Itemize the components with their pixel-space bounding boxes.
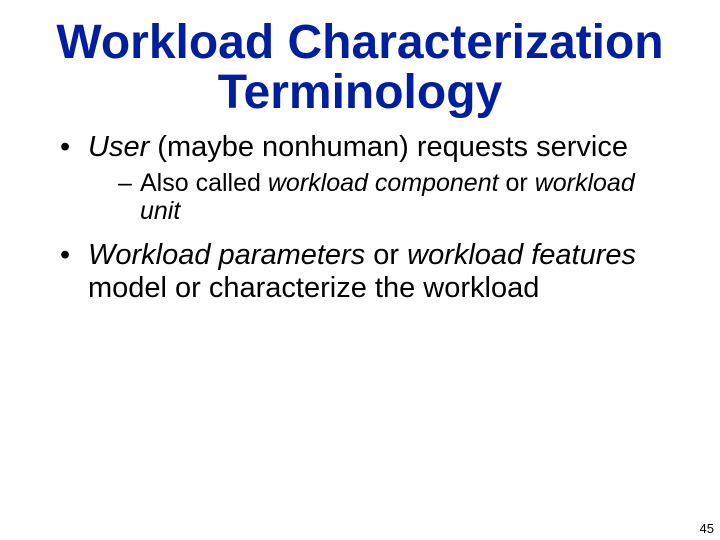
bullet-text: (maybe nonhuman) requests service [149, 131, 628, 163]
title-line-2: Terminology [218, 66, 502, 119]
bullet-item: Workload parameters or workload features… [60, 239, 660, 304]
bullet-text: or [365, 239, 407, 271]
bullet-list: User (maybe nonhuman) requests service A… [60, 131, 660, 304]
bullet-text: model or characterize the workload [88, 272, 539, 304]
bullet-text-italic: workload features [407, 239, 636, 271]
sub-bullet-text: or [499, 169, 535, 197]
title-line-1: Workload Characterization [56, 16, 663, 69]
page-number: 45 [700, 521, 714, 536]
slide-body: User (maybe nonhuman) requests service A… [0, 119, 720, 304]
sub-bullet-text: Also called [140, 169, 268, 197]
bullet-text-italic: User [88, 131, 149, 163]
slide-title: Workload Characterization Terminology [0, 0, 720, 119]
sub-bullet-item: Also called workload component or worklo… [118, 169, 660, 225]
bullet-text-italic: Workload parameters [88, 239, 365, 271]
sub-bullet-list: Also called workload component or worklo… [88, 169, 660, 225]
bullet-item: User (maybe nonhuman) requests service A… [60, 131, 660, 225]
slide: Workload Characterization Terminology Us… [0, 0, 720, 540]
sub-bullet-text-italic: workload component [268, 169, 499, 197]
